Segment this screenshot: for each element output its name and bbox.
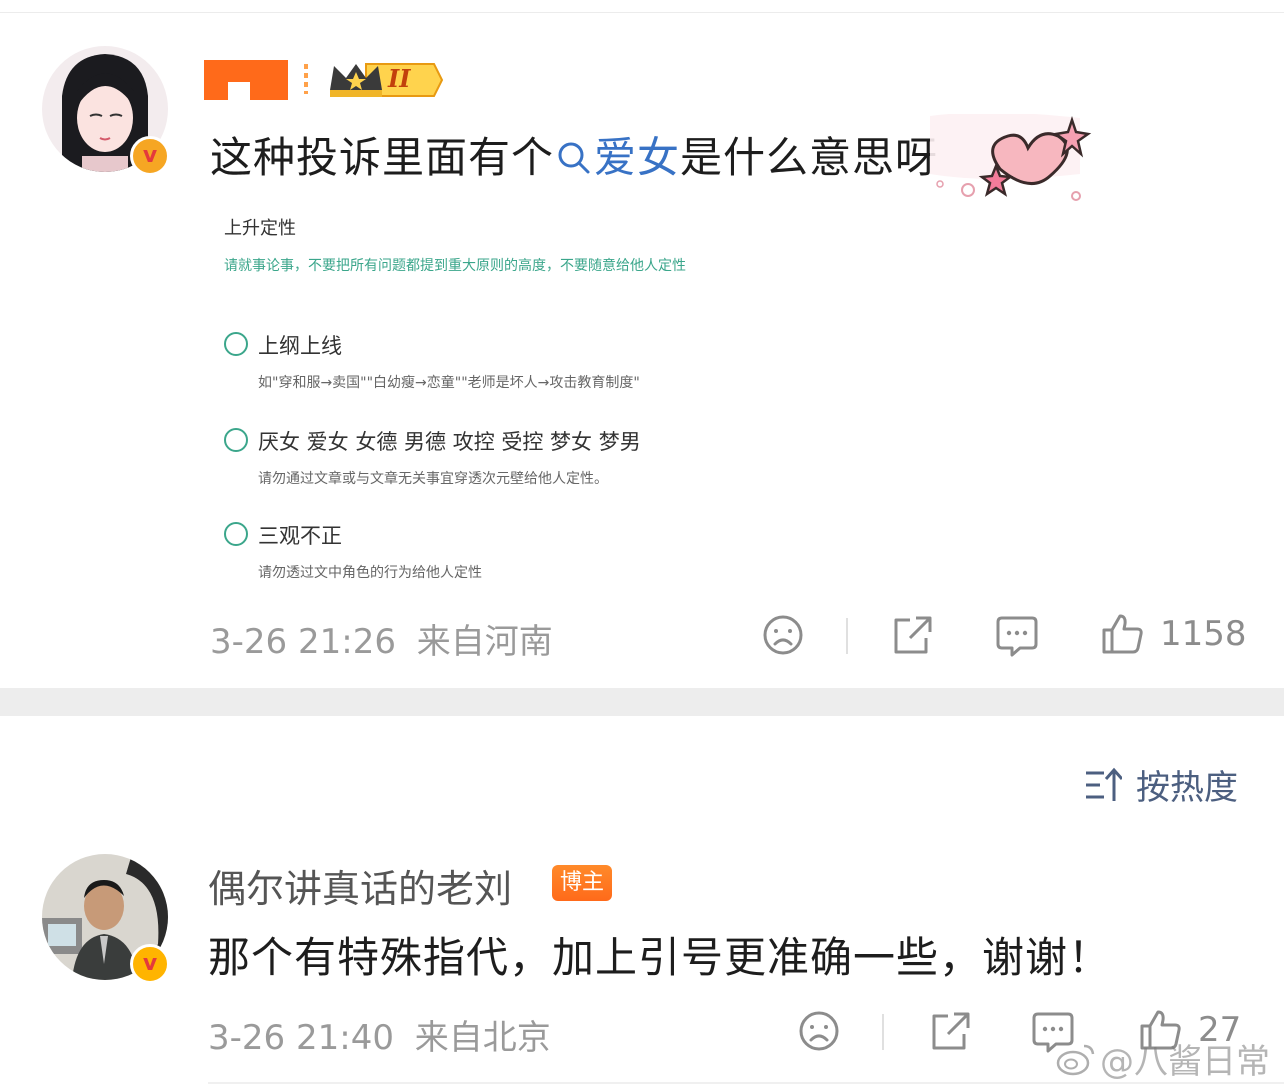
comment-location: 来自北京 [414, 1018, 551, 1058]
option-label: 三观不正 [258, 524, 342, 548]
post-text: 这种投诉里面有个 爱女是什么意思呀 [210, 124, 938, 185]
post-card: v II 这种投诉里面有个 爱女是什么意思呀 上升定性 请就事论事，不要把所有问… [0, 0, 1284, 688]
sort-icon [1086, 767, 1122, 801]
share-icon [894, 616, 932, 654]
option-description: 如"穿和服→卖国""白幼瘦→恋童""老师是坏人→攻击教育制度" [258, 375, 640, 391]
option-label: 厌女 爱女 女德 男德 攻控 受控 梦女 梦男 [258, 430, 641, 454]
sad-face-icon [763, 615, 803, 655]
option-description: 请勿透过文中角色的行为给他人定性 [258, 565, 482, 581]
decorative-heart-sticker [930, 112, 1100, 206]
comment-time: 3-26 21:40 [208, 1018, 394, 1058]
commenter-avatar[interactable]: v [42, 854, 170, 984]
radio-icon [224, 332, 248, 356]
comment-text: 那个有特殊指代，加上引号更准确一些，谢谢！ [208, 933, 1112, 982]
vip-badge[interactable]: II [326, 60, 444, 100]
comment-button[interactable] [996, 614, 1038, 658]
post-text-before: 这种投诉里面有个 [210, 133, 555, 182]
like-count: 1158 [1160, 614, 1247, 654]
dislike-button[interactable] [762, 614, 804, 656]
comment-share-button[interactable] [928, 1010, 972, 1052]
radio-icon [224, 522, 248, 546]
like-button[interactable]: 1158 [1100, 612, 1247, 656]
option-label: 上纲上线 [258, 334, 342, 358]
bottom-divider [208, 1082, 1284, 1084]
like-icon [1102, 614, 1143, 654]
action-divider [846, 618, 848, 654]
topic-label: 爱女 [594, 133, 681, 182]
comment-meta: 3-26 21:40 来自北京 [208, 1010, 551, 1059]
screenshot-hint: 请就事论事，不要把所有问题都提到重大原则的高度，不要随意给他人定性 [224, 258, 686, 274]
post-time: 3-26 21:26 [210, 622, 396, 662]
weibo-logo-icon [1056, 1044, 1095, 1075]
section-gap [0, 688, 1284, 716]
share-icon [932, 1012, 970, 1050]
sort-label: 按热度 [1136, 768, 1238, 808]
post-meta: 3-26 21:26 来自河南 [210, 614, 553, 663]
sort-by-hot-button[interactable]: 按热度 [1084, 760, 1238, 809]
verified-badge: v [130, 944, 170, 984]
name-redaction [204, 60, 288, 100]
attached-screenshot[interactable]: 上升定性 请就事论事，不要把所有问题都提到重大原则的高度，不要随意给他人定性 上… [196, 200, 698, 590]
comment-icon [996, 616, 1038, 657]
sad-face-icon [799, 1011, 839, 1051]
verified-badge: v [130, 136, 170, 176]
name-decoration [304, 64, 308, 94]
vip-level: II [388, 64, 411, 93]
host-badge: 博主 [552, 865, 613, 901]
post-author-avatar[interactable]: v [42, 46, 170, 176]
post-location: 来自河南 [416, 622, 553, 662]
share-button[interactable] [890, 614, 934, 656]
option-description: 请勿通过文章或与文章无关事宜穿透次元壁给他人定性。 [258, 471, 608, 487]
topic-link[interactable]: 爱女 [554, 133, 680, 182]
radio-icon [224, 428, 248, 452]
comment-author-name[interactable]: 偶尔讲真话的老刘 [208, 858, 512, 913]
comment-dislike-button[interactable] [798, 1010, 840, 1052]
watermark-text: @八酱日常 [1100, 1042, 1270, 1082]
search-icon [558, 142, 590, 174]
watermark: @八酱日常 [1056, 1034, 1270, 1083]
post-text-after: 是什么意思呀 [680, 133, 939, 182]
screenshot-title: 上升定性 [224, 218, 296, 239]
action-divider [882, 1014, 884, 1050]
